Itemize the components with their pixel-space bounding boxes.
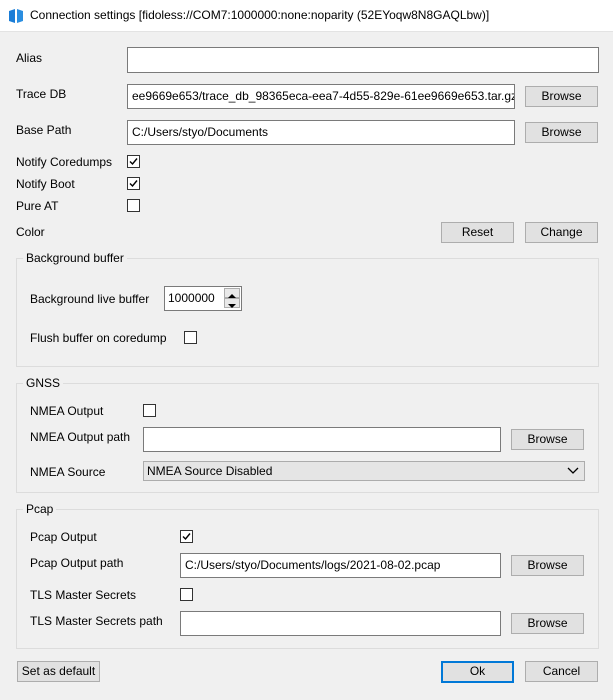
change-color-button[interactable]: Change	[525, 222, 598, 243]
spin-down-button[interactable]	[224, 298, 240, 308]
nmea-output-path-label: NMEA Output path	[30, 430, 131, 444]
app-logo-icon	[9, 9, 23, 23]
tls-master-secrets-label: TLS Master Secrets	[30, 588, 137, 602]
window-title: Connection settings [fidoless://COM7:100…	[30, 8, 490, 22]
notify-coredumps-label: Notify Coredumps	[16, 155, 113, 169]
pcap-output-checkbox[interactable]	[180, 530, 193, 543]
background-live-buffer-spinbox[interactable]: 1000000	[164, 286, 242, 311]
base-path-label: Base Path	[16, 123, 72, 137]
checkmark-icon	[129, 158, 138, 166]
spin-up-button[interactable]	[224, 288, 240, 298]
gnss-title: GNSS	[23, 376, 64, 390]
tls-master-secrets-browse-button[interactable]: Browse	[511, 613, 584, 634]
title-bar: Connection settings [fidoless://COM7:100…	[0, 0, 613, 32]
trace-db-input[interactable]: ee9669e653/trace_db_98365eca-eea7-4d55-8…	[127, 84, 515, 109]
arrow-down-icon	[228, 304, 236, 308]
background-buffer-group	[16, 258, 599, 367]
nmea-output-checkbox[interactable]	[143, 404, 156, 417]
base-path-input[interactable]: C:/Users/styo/Documents	[127, 120, 515, 145]
background-live-buffer-label: Background live buffer	[30, 292, 150, 306]
pcap-output-label: Pcap Output	[30, 530, 97, 544]
nmea-output-label: NMEA Output	[30, 404, 104, 418]
flush-buffer-checkbox[interactable]	[184, 331, 197, 344]
checkmark-icon	[182, 533, 191, 541]
notify-coredumps-checkbox[interactable]	[127, 155, 140, 168]
pcap-title: Pcap	[23, 502, 57, 516]
checkmark-icon	[129, 180, 138, 188]
trace-db-browse-button[interactable]: Browse	[525, 86, 598, 107]
color-label: Color	[16, 225, 45, 239]
pcap-output-path-label: Pcap Output path	[30, 556, 124, 570]
nmea-output-path-input[interactable]	[143, 427, 501, 452]
alias-label: Alias	[16, 51, 43, 65]
background-buffer-title: Background buffer	[23, 251, 127, 265]
cancel-button[interactable]: Cancel	[525, 661, 598, 682]
pure-at-checkbox[interactable]	[127, 199, 140, 212]
nmea-source-select[interactable]: NMEA Source Disabled	[143, 461, 585, 481]
nmea-source-label: NMEA Source	[30, 465, 106, 479]
pure-at-label: Pure AT	[16, 199, 59, 213]
notify-boot-checkbox[interactable]	[127, 177, 140, 190]
pcap-output-path-input[interactable]: C:/Users/styo/Documents/logs/2021-08-02.…	[180, 553, 501, 578]
tls-master-secrets-path-input[interactable]	[180, 611, 501, 636]
chevron-down-icon	[567, 467, 579, 474]
nmea-source-value: NMEA Source Disabled	[147, 464, 273, 478]
background-live-buffer-value: 1000000	[168, 291, 215, 305]
tls-master-secrets-checkbox[interactable]	[180, 588, 193, 601]
flush-buffer-label: Flush buffer on coredump	[30, 331, 167, 345]
alias-input[interactable]	[127, 47, 599, 73]
notify-boot-label: Notify Boot	[16, 177, 75, 191]
nmea-output-browse-button[interactable]: Browse	[511, 429, 584, 450]
base-path-browse-button[interactable]: Browse	[525, 122, 598, 143]
trace-db-label: Trace DB	[16, 87, 67, 101]
set-as-default-button[interactable]: Set as default	[17, 661, 100, 682]
reset-color-button[interactable]: Reset	[441, 222, 514, 243]
pcap-output-browse-button[interactable]: Browse	[511, 555, 584, 576]
tls-master-secrets-path-label: TLS Master Secrets path	[30, 614, 163, 628]
ok-button[interactable]: Ok	[441, 661, 514, 683]
